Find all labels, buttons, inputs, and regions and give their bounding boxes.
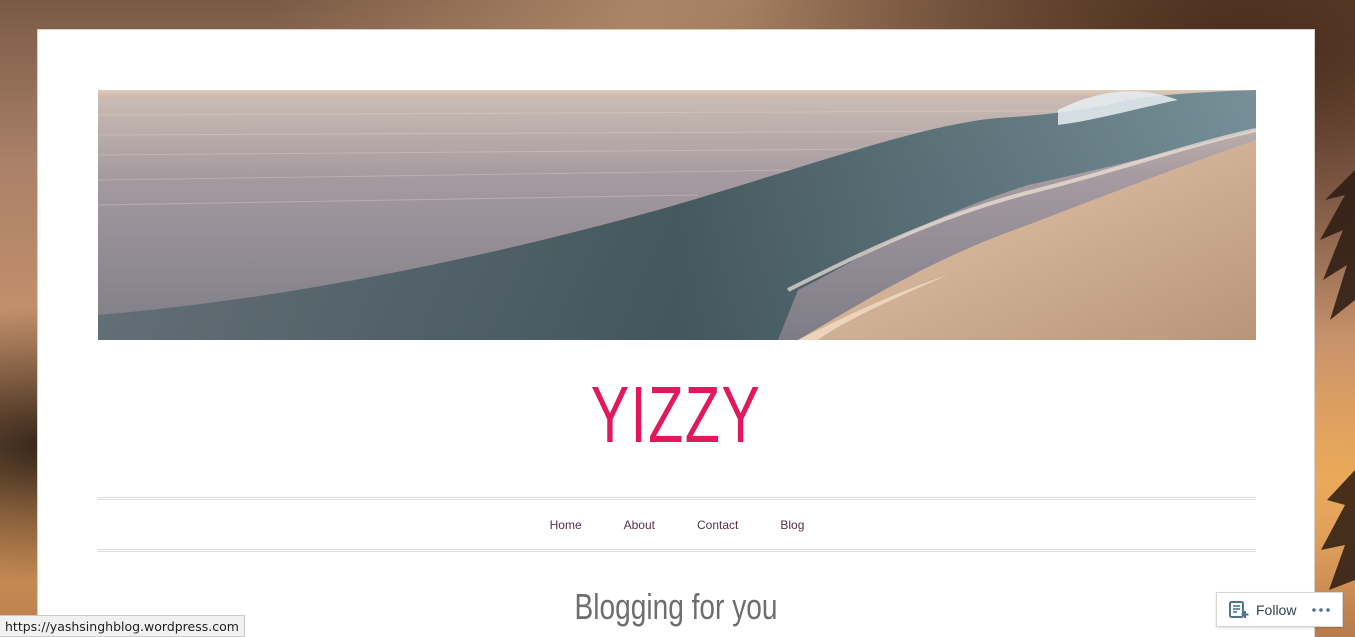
follow-label: Follow xyxy=(1256,601,1297,618)
nav-item-blog[interactable]: Blog xyxy=(759,518,825,532)
status-bar-url: https://yashsinghblog.wordpress.com xyxy=(0,615,245,637)
header-image[interactable] xyxy=(98,90,1256,340)
page-container: YIZZY Home About Contact Blog Blogging f… xyxy=(37,29,1315,637)
site-tagline: Blogging for you xyxy=(574,586,778,627)
nav-item-home[interactable]: Home xyxy=(529,518,603,532)
ellipsis-icon xyxy=(1312,607,1331,612)
follow-button[interactable]: Follow xyxy=(1217,593,1296,626)
more-options-button[interactable] xyxy=(1312,593,1331,626)
follow-widget: Follow xyxy=(1216,592,1343,627)
nav-item-about[interactable]: About xyxy=(603,518,676,532)
palm-tree-decoration xyxy=(1320,170,1355,590)
site-title[interactable]: YIZZY xyxy=(217,370,1136,460)
reader-follow-icon xyxy=(1229,600,1249,618)
ocean-wave-image xyxy=(98,90,1256,340)
nav-item-contact[interactable]: Contact xyxy=(676,518,759,532)
main-navigation: Home About Contact Blog xyxy=(98,497,1256,552)
